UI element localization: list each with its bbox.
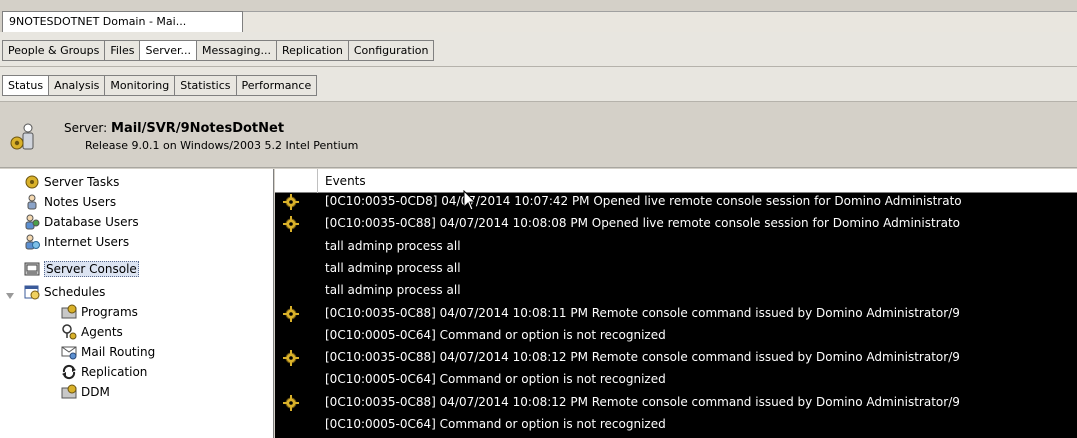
- tree-item-schedules[interactable]: Schedules: [24, 282, 105, 302]
- event-row[interactable]: [0C10:0035-0CD8] 04/07/2014 10:07:42 PM …: [275, 191, 1077, 213]
- tree-item-label: Server Tasks: [44, 175, 120, 189]
- events-header: Events: [275, 169, 1077, 193]
- tree-item-database-users[interactable]: Database Users: [24, 212, 139, 232]
- tab-monitoring[interactable]: Monitoring: [105, 75, 176, 96]
- server-label: Server:: [64, 121, 108, 135]
- tree-item-replication[interactable]: Replication: [61, 362, 147, 382]
- tree-item-label: Programs: [81, 305, 138, 319]
- mouse-cursor-icon: [463, 189, 479, 212]
- replication-icon: [61, 364, 77, 380]
- tree-item-label: Database Users: [44, 215, 139, 229]
- events-column-header[interactable]: Events: [325, 174, 366, 188]
- icon-column-header[interactable]: [275, 169, 318, 193]
- event-gear-icon: [283, 194, 299, 210]
- console-icon: [24, 261, 40, 277]
- tree-item-ddm[interactable]: DDM: [61, 382, 110, 402]
- users-icon: [24, 214, 40, 230]
- event-text: [0C10:0035-0CD8] 04/07/2014 10:07:42 PM …: [325, 194, 962, 208]
- event-row[interactable]: [0C10:0035-0C88] 04/07/2014 10:08:08 PM …: [275, 213, 1077, 235]
- tab-files[interactable]: Files: [105, 40, 141, 61]
- ddm-icon: [61, 384, 77, 400]
- tree-item-agents[interactable]: Agents: [61, 322, 123, 342]
- event-text: tall adminp process all: [325, 239, 461, 253]
- server-name-line: Server: Mail/SVR/9NotesDotNet: [64, 121, 284, 136]
- tree-item-notes-users[interactable]: Notes Users: [24, 192, 116, 212]
- event-row[interactable]: tall adminp process all: [275, 236, 1077, 258]
- tab-people-groups[interactable]: People & Groups: [2, 40, 106, 61]
- event-text: [0C10:0005-0C64] Command or option is no…: [325, 328, 666, 342]
- tab-status[interactable]: Status: [2, 75, 50, 96]
- tree-item-label: Agents: [81, 325, 123, 339]
- event-gear-icon: [283, 350, 299, 366]
- gear-icon: [24, 174, 40, 190]
- tree-item-label: Schedules: [44, 285, 106, 299]
- tree-item-programs[interactable]: Programs: [61, 302, 138, 322]
- event-gear-icon: [283, 306, 299, 322]
- tree-item-label: Replication: [81, 365, 148, 379]
- event-row[interactable]: [0C10:0005-0C64] Command or option is no…: [275, 414, 1077, 436]
- user-icon: [24, 194, 40, 210]
- event-gear-icon: [283, 395, 299, 411]
- event-row[interactable]: [0C10:0005-0C64] Command or option is no…: [275, 325, 1077, 347]
- globe-user-icon: [24, 234, 40, 250]
- tree-item-internet-users[interactable]: Internet Users: [24, 232, 129, 252]
- tree-item-label: Notes Users: [44, 195, 117, 209]
- event-row[interactable]: [0C10:0035-0C88] 04/07/2014 10:08:12 PM …: [275, 347, 1077, 369]
- expand-collapse-icon[interactable]: [5, 291, 15, 301]
- server-release: Release 9.0.1 on Windows/2003 5.2 Intel …: [85, 139, 359, 152]
- program-icon: [61, 304, 77, 320]
- event-text: [0C10:0035-0C88] 04/07/2014 10:08:12 PM …: [325, 350, 960, 364]
- tab-configuration[interactable]: Configuration: [348, 40, 435, 61]
- tree-item-server-tasks[interactable]: Server Tasks: [24, 172, 119, 192]
- server-admin-icon: [8, 121, 40, 153]
- schedule-icon: [24, 284, 40, 300]
- event-row[interactable]: tall adminp process all: [275, 280, 1077, 302]
- event-row[interactable]: tall adminp process all: [275, 258, 1077, 280]
- event-gear-icon: [283, 216, 299, 232]
- event-text: tall adminp process all: [325, 283, 461, 297]
- tree-item-label: Mail Routing: [81, 345, 156, 359]
- event-text: [0C10:0035-0C88] 04/07/2014 10:08:12 PM …: [325, 395, 960, 409]
- server-name: Mail/SVR/9NotesDotNet: [111, 121, 285, 136]
- main-tab-bar: People & Groups Files Server... Messagin…: [0, 32, 1077, 67]
- tree-item-label: DDM: [81, 385, 110, 399]
- tab-server[interactable]: Server...: [140, 40, 198, 61]
- event-row[interactable]: [0C10:0035-0C88] 04/07/2014 10:08:12 PM …: [275, 392, 1077, 414]
- tab-analysis[interactable]: Analysis: [49, 75, 106, 96]
- event-text: [0C10:0035-0C88] 04/07/2014 10:08:08 PM …: [325, 216, 961, 230]
- sub-tab-bar: Status Analysis Monitoring Statistics Pe…: [0, 67, 1077, 102]
- event-row[interactable]: [0C10:0005-0C64] Command or option is no…: [275, 369, 1077, 391]
- event-text: [0C10:0035-0C88] 04/07/2014 10:08:11 PM …: [325, 306, 960, 320]
- event-text: [0C10:0005-0C64] Command or option is no…: [325, 372, 666, 386]
- tab-replication[interactable]: Replication: [277, 40, 349, 61]
- agent-icon: [61, 324, 77, 340]
- event-text: tall adminp process all: [325, 261, 461, 275]
- mail-routing-icon: [61, 344, 77, 360]
- tab-messaging[interactable]: Messaging...: [197, 40, 277, 61]
- tree-item-server-console[interactable]: Server Console: [24, 259, 139, 279]
- tree-item-mail-routing[interactable]: Mail Routing: [61, 342, 155, 362]
- tree-item-label: Server Console: [44, 261, 139, 277]
- window-tab-strip-empty: [243, 11, 1077, 32]
- event-text: [0C10:0005-0C64] Command or option is no…: [325, 417, 666, 431]
- window-tab[interactable]: 9NOTESDOTNET Domain - Mai...: [2, 11, 243, 32]
- tree-item-label: Internet Users: [44, 235, 130, 249]
- event-row[interactable]: [0C10:0035-0C88] 04/07/2014 10:08:11 PM …: [275, 303, 1077, 325]
- tab-performance[interactable]: Performance: [236, 75, 318, 96]
- tab-statistics[interactable]: Statistics: [175, 75, 237, 96]
